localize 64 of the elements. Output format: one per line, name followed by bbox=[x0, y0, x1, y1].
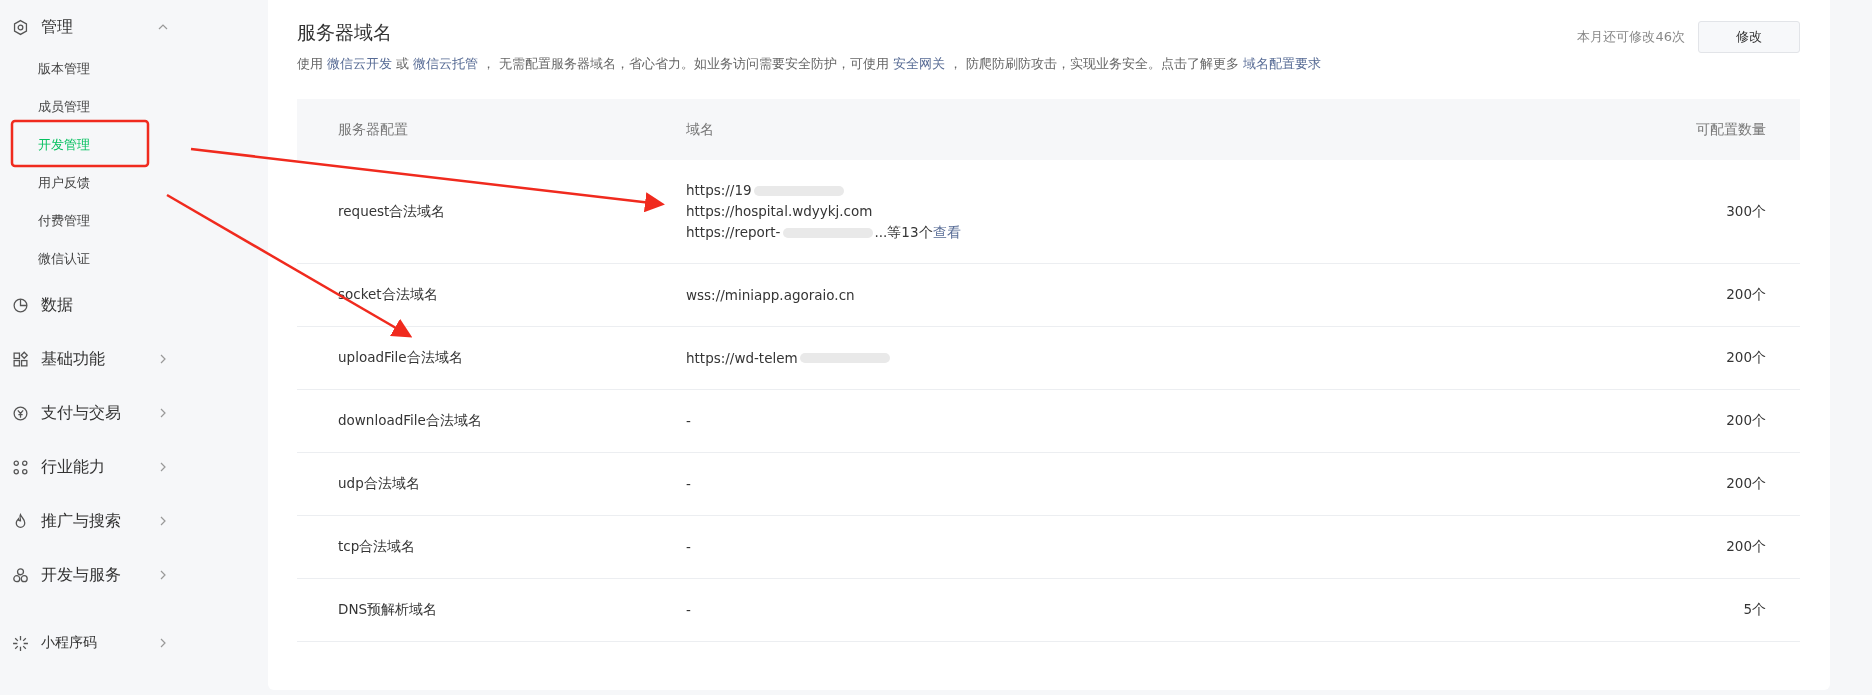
domain-text: - bbox=[686, 411, 691, 431]
nav-item[interactable]: 支付与交易 bbox=[0, 391, 268, 435]
nav-subitem[interactable]: 付费管理 bbox=[0, 202, 268, 240]
domain-text: - bbox=[686, 600, 691, 620]
nav-item[interactable]: 推广与搜索 bbox=[0, 499, 268, 543]
table-cell-text: 200个 bbox=[1725, 286, 1766, 304]
sparkle-icon bbox=[12, 634, 29, 652]
description-text: 使用 微信云开发 或 微信云托管 ， 无需配置服务器域名，省心省力。如业务访问需要安全防护，可使用 安全网关 ， 防爬防刷防攻击，实现业务安全。点击了解更多 域名配置要求 bbox=[297, 56, 1321, 73]
nav-item[interactable]: 数据 bbox=[0, 283, 268, 327]
column-header: 可配置数量 bbox=[1695, 120, 1766, 139]
more-text: ...等13个 bbox=[874, 223, 933, 242]
nav-label: 管理 bbox=[41, 16, 74, 38]
nav-subitem[interactable]: 成员管理 bbox=[0, 88, 268, 126]
nav-subitem[interactable]: 用户反馈 bbox=[0, 164, 268, 202]
domain-text: https://report- bbox=[686, 223, 781, 242]
pie-icon bbox=[12, 296, 29, 314]
remaining-count: 本月还可修改46次 bbox=[1577, 28, 1685, 46]
grid-icon bbox=[12, 350, 29, 368]
nav-label: 基础功能 bbox=[41, 348, 106, 370]
nav-label: 支付与交易 bbox=[41, 402, 122, 424]
table-cell-text: 5个 bbox=[1742, 601, 1766, 619]
domain-text: https://19 bbox=[686, 181, 752, 200]
nav-label: 小程序码 bbox=[41, 634, 98, 652]
section-title: 服务器域名 bbox=[297, 20, 393, 45]
table-cell-text: tcp合法域名 bbox=[338, 538, 417, 556]
yen-icon bbox=[12, 404, 29, 422]
view-link[interactable]: 查看 bbox=[932, 222, 961, 243]
nav-label: 行业能力 bbox=[41, 456, 106, 478]
nav-subitem[interactable]: 微信认证 bbox=[0, 240, 268, 278]
nav-label: 数据 bbox=[41, 294, 74, 316]
nav-item[interactable]: 管理 bbox=[0, 8, 268, 46]
table-cell-text: socket合法域名 bbox=[338, 286, 439, 304]
cubes-icon bbox=[12, 566, 29, 584]
domain-text: - bbox=[686, 474, 691, 494]
table-cell-text: 300个 bbox=[1725, 202, 1766, 221]
domain-text: - bbox=[686, 537, 691, 557]
table-cell-text: DNS预解析域名 bbox=[338, 601, 439, 619]
column-header: 域名 bbox=[686, 119, 715, 139]
nav-label: 开发与服务 bbox=[41, 564, 122, 586]
edit-button[interactable]: 修改 bbox=[1698, 21, 1800, 53]
domain-text: https://wd-telem bbox=[686, 348, 798, 368]
domain-text: wss://miniapp.agoraio.cn bbox=[686, 285, 855, 305]
nav-label: 推广与搜索 bbox=[41, 510, 122, 532]
table-cell-text: uploadFile合法域名 bbox=[338, 349, 464, 367]
table-cell-text: 200个 bbox=[1725, 475, 1766, 493]
table-cell-text: 200个 bbox=[1725, 538, 1766, 556]
link[interactable]: 域名配置要求 bbox=[1242, 56, 1321, 71]
domain-text: https://hospital.wdyykj.com bbox=[686, 202, 873, 221]
gear-icon bbox=[12, 18, 29, 36]
nav-item[interactable]: 行业能力 bbox=[0, 445, 268, 489]
link[interactable]: 微信云开发 bbox=[327, 56, 392, 71]
link[interactable]: 安全网关 bbox=[892, 56, 945, 71]
table-cell-text: downloadFile合法域名 bbox=[338, 412, 483, 430]
column-header: 服务器配置 bbox=[338, 120, 409, 139]
nav-item[interactable]: 开发与服务 bbox=[0, 553, 268, 597]
nav-item[interactable]: 小程序码 bbox=[0, 621, 268, 665]
nodes-icon bbox=[12, 458, 29, 476]
nav-subitem[interactable]: 版本管理 bbox=[0, 50, 268, 88]
link[interactable]: 微信云托管 bbox=[412, 56, 478, 71]
table-cell-text: 200个 bbox=[1725, 412, 1766, 430]
table-cell-text: udp合法域名 bbox=[338, 475, 421, 493]
table-cell-text: 200个 bbox=[1725, 349, 1766, 367]
table-cell-text: request合法域名 bbox=[338, 202, 447, 221]
nav-item[interactable]: 基础功能 bbox=[0, 337, 268, 381]
